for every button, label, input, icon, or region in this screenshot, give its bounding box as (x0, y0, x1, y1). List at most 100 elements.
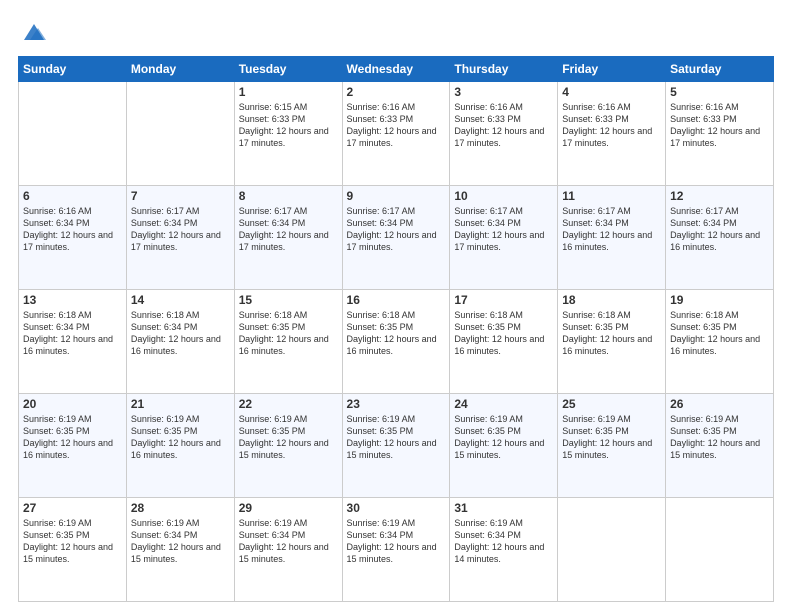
day-number: 28 (131, 501, 230, 515)
week-row-5: 27 Sunrise: 6:19 AM Sunset: 6:35 PM Dayli… (19, 498, 774, 602)
cell-info: Sunrise: 6:19 AM Sunset: 6:35 PM Dayligh… (454, 413, 553, 462)
cell-info: Sunrise: 6:16 AM Sunset: 6:33 PM Dayligh… (562, 101, 661, 150)
cell-info: Sunrise: 6:18 AM Sunset: 6:35 PM Dayligh… (239, 309, 338, 358)
day-number: 29 (239, 501, 338, 515)
header (18, 18, 774, 46)
weekday-header-friday: Friday (558, 57, 666, 82)
cell-info: Sunrise: 6:17 AM Sunset: 6:34 PM Dayligh… (670, 205, 769, 254)
calendar-cell: 2Sunrise: 6:16 AM Sunset: 6:33 PM Daylig… (342, 82, 450, 186)
cell-info: Sunrise: 6:18 AM Sunset: 6:35 PM Dayligh… (347, 309, 446, 358)
weekday-header-saturday: Saturday (666, 57, 774, 82)
cell-info: Sunrise: 6:19 AM Sunset: 6:34 PM Dayligh… (239, 517, 338, 566)
calendar-cell: 22Sunrise: 6:19 AM Sunset: 6:35 PM Dayli… (234, 394, 342, 498)
calendar-cell: 26Sunrise: 6:19 AM Sunset: 6:35 PM Dayli… (666, 394, 774, 498)
logo (18, 18, 48, 46)
cell-info: Sunrise: 6:19 AM Sunset: 6:35 PM Dayligh… (347, 413, 446, 462)
week-row-1: 1 Sunrise: 6:15 AM Sunset: 6:33 PM Daylig… (19, 82, 774, 186)
cell-info: Sunrise: 6:19 AM Sunset: 6:35 PM Dayligh… (670, 413, 769, 462)
day-number: 11 (562, 189, 661, 203)
day-number: 5 (670, 85, 769, 99)
calendar-cell (558, 498, 666, 602)
day-number: 24 (454, 397, 553, 411)
calendar-cell (666, 498, 774, 602)
day-number: 9 (347, 189, 446, 203)
cell-info: Sunrise: 6:18 AM Sunset: 6:34 PM Dayligh… (23, 309, 122, 358)
day-number: 3 (454, 85, 553, 99)
day-number: 4 (562, 85, 661, 99)
cell-info: Sunrise: 6:18 AM Sunset: 6:35 PM Dayligh… (454, 309, 553, 358)
day-number: 22 (239, 397, 338, 411)
calendar-cell: 8 Sunrise: 6:17 AM Sunset: 6:34 PM Daylig… (234, 186, 342, 290)
calendar-cell: 29 Sunrise: 6:19 AM Sunset: 6:34 PM Dayli… (234, 498, 342, 602)
cell-info: Sunrise: 6:18 AM Sunset: 6:35 PM Dayligh… (562, 309, 661, 358)
calendar-cell: 14Sunrise: 6:18 AM Sunset: 6:34 PM Dayli… (126, 290, 234, 394)
day-number: 13 (23, 293, 122, 307)
cell-info: Sunrise: 6:16 AM Sunset: 6:33 PM Dayligh… (670, 101, 769, 150)
day-number: 8 (239, 189, 338, 203)
calendar-cell: 6Sunrise: 6:16 AM Sunset: 6:34 PM Daylig… (19, 186, 127, 290)
cell-info: Sunrise: 6:17 AM Sunset: 6:34 PM Dayligh… (239, 205, 338, 254)
calendar-cell: 11Sunrise: 6:17 AM Sunset: 6:34 PM Dayli… (558, 186, 666, 290)
calendar-cell: 15 Sunrise: 6:18 AM Sunset: 6:35 PM Dayli… (234, 290, 342, 394)
calendar-cell: 30Sunrise: 6:19 AM Sunset: 6:34 PM Dayli… (342, 498, 450, 602)
logo-icon (20, 18, 48, 46)
cell-info: Sunrise: 6:15 AM Sunset: 6:33 PM Dayligh… (239, 101, 338, 150)
calendar-cell: 21 Sunrise: 6:19 AM Sunset: 6:35 PM Dayli… (126, 394, 234, 498)
weekday-header-sunday: Sunday (19, 57, 127, 82)
day-number: 6 (23, 189, 122, 203)
calendar-cell: 31 Sunrise: 6:19 AM Sunset: 6:34 PM Dayli… (450, 498, 558, 602)
cell-info: Sunrise: 6:17 AM Sunset: 6:34 PM Dayligh… (131, 205, 230, 254)
cell-info: Sunrise: 6:19 AM Sunset: 6:34 PM Dayligh… (131, 517, 230, 566)
weekday-header-monday: Monday (126, 57, 234, 82)
calendar-cell: 12 Sunrise: 6:17 AM Sunset: 6:34 PM Dayli… (666, 186, 774, 290)
calendar-cell: 1 Sunrise: 6:15 AM Sunset: 6:33 PM Daylig… (234, 82, 342, 186)
cell-info: Sunrise: 6:17 AM Sunset: 6:34 PM Dayligh… (454, 205, 553, 254)
day-number: 19 (670, 293, 769, 307)
calendar-cell (19, 82, 127, 186)
day-number: 7 (131, 189, 230, 203)
calendar-cell: 13 Sunrise: 6:18 AM Sunset: 6:34 PM Dayli… (19, 290, 127, 394)
day-number: 14 (131, 293, 230, 307)
day-number: 25 (562, 397, 661, 411)
weekday-header-thursday: Thursday (450, 57, 558, 82)
day-number: 18 (562, 293, 661, 307)
day-number: 27 (23, 501, 122, 515)
day-number: 21 (131, 397, 230, 411)
week-row-3: 13 Sunrise: 6:18 AM Sunset: 6:34 PM Dayli… (19, 290, 774, 394)
day-number: 2 (347, 85, 446, 99)
cell-info: Sunrise: 6:19 AM Sunset: 6:35 PM Dayligh… (131, 413, 230, 462)
cell-info: Sunrise: 6:17 AM Sunset: 6:34 PM Dayligh… (347, 205, 446, 254)
calendar-cell (126, 82, 234, 186)
week-row-4: 20Sunrise: 6:19 AM Sunset: 6:35 PM Dayli… (19, 394, 774, 498)
weekday-header-wednesday: Wednesday (342, 57, 450, 82)
calendar-cell: 4 Sunrise: 6:16 AM Sunset: 6:33 PM Daylig… (558, 82, 666, 186)
cell-info: Sunrise: 6:19 AM Sunset: 6:35 PM Dayligh… (23, 517, 122, 566)
calendar-table: SundayMondayTuesdayWednesdayThursdayFrid… (18, 56, 774, 602)
day-number: 31 (454, 501, 553, 515)
cell-info: Sunrise: 6:19 AM Sunset: 6:35 PM Dayligh… (23, 413, 122, 462)
day-number: 10 (454, 189, 553, 203)
calendar-cell: 20Sunrise: 6:19 AM Sunset: 6:35 PM Dayli… (19, 394, 127, 498)
day-number: 12 (670, 189, 769, 203)
page: SundayMondayTuesdayWednesdayThursdayFrid… (0, 0, 792, 612)
calendar-cell: 27 Sunrise: 6:19 AM Sunset: 6:35 PM Dayli… (19, 498, 127, 602)
calendar-cell: 24 Sunrise: 6:19 AM Sunset: 6:35 PM Dayli… (450, 394, 558, 498)
calendar-cell: 17 Sunrise: 6:18 AM Sunset: 6:35 PM Dayli… (450, 290, 558, 394)
day-number: 15 (239, 293, 338, 307)
day-number: 17 (454, 293, 553, 307)
cell-info: Sunrise: 6:19 AM Sunset: 6:35 PM Dayligh… (562, 413, 661, 462)
cell-info: Sunrise: 6:16 AM Sunset: 6:33 PM Dayligh… (454, 101, 553, 150)
cell-info: Sunrise: 6:19 AM Sunset: 6:34 PM Dayligh… (454, 517, 553, 566)
calendar-cell: 9 Sunrise: 6:17 AM Sunset: 6:34 PM Daylig… (342, 186, 450, 290)
day-number: 23 (347, 397, 446, 411)
calendar-cell: 19 Sunrise: 6:18 AM Sunset: 6:35 PM Dayli… (666, 290, 774, 394)
weekday-header-tuesday: Tuesday (234, 57, 342, 82)
calendar-cell: 18 Sunrise: 6:18 AM Sunset: 6:35 PM Dayli… (558, 290, 666, 394)
day-number: 1 (239, 85, 338, 99)
day-number: 16 (347, 293, 446, 307)
calendar-cell: 5 Sunrise: 6:16 AM Sunset: 6:33 PM Daylig… (666, 82, 774, 186)
calendar-cell: 16 Sunrise: 6:18 AM Sunset: 6:35 PM Dayli… (342, 290, 450, 394)
calendar-cell: 25 Sunrise: 6:19 AM Sunset: 6:35 PM Dayli… (558, 394, 666, 498)
cell-info: Sunrise: 6:18 AM Sunset: 6:35 PM Dayligh… (670, 309, 769, 358)
cell-info: Sunrise: 6:19 AM Sunset: 6:34 PM Dayligh… (347, 517, 446, 566)
